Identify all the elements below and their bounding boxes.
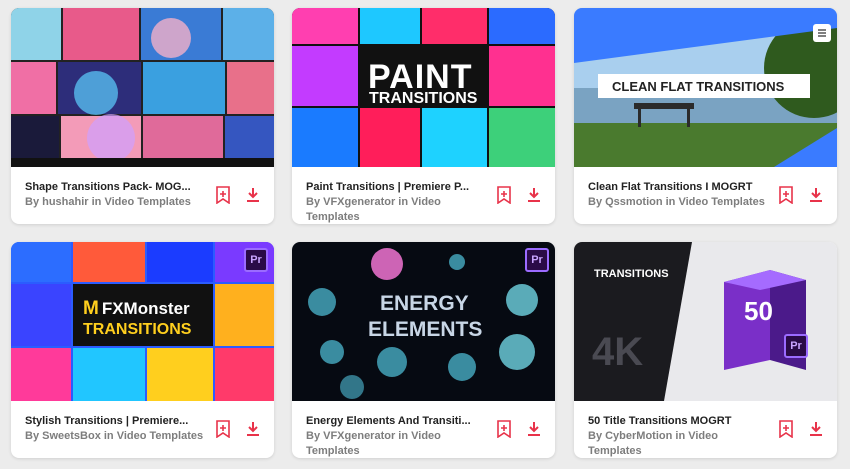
template-card[interactable]: M FXMonster TRANSITIONS Pr Stylish Trans… [11,242,274,458]
card-thumbnail[interactable]: CLEAN FLAT TRANSITIONS [574,8,837,167]
card-byline: By CyberMotion in Video Templates [588,430,718,457]
shape-transitions-preview [11,8,274,167]
thumb-brand: FXMonster [101,299,190,318]
download-icon[interactable] [807,419,825,439]
box-number: 50 [744,296,773,326]
logo-mark: M [83,298,99,319]
card-thumbnail[interactable]: ENERGY ELEMENTS Pr [292,242,555,401]
thumb-subheadline: ELEMENTS [368,318,483,341]
download-icon[interactable] [807,185,825,205]
template-card[interactable]: CLEAN FLAT TRANSITIONS Clean Flat Transi… [574,8,837,224]
thumb-big-text: 4K [592,330,644,374]
download-icon[interactable] [525,419,543,439]
thumb-subheadline: TRANSITIONS [83,321,192,338]
card-title[interactable]: Shape Transitions Pack- MOG... [25,180,205,194]
card-thumbnail[interactable]: TRANSITIONS 4K 50 Pr [574,242,837,401]
bookmark-plus-icon[interactable] [214,419,232,439]
thumb-headline: ENERGY [380,292,469,315]
bookmark-plus-icon[interactable] [777,185,795,205]
card-title[interactable]: 50 Title Transitions MOGRT [588,414,768,428]
card-thumbnail[interactable]: PAINT TRANSITIONS [292,8,555,167]
card-title[interactable]: Stylish Transitions | Premiere... [25,414,205,428]
thumb-headline: CLEAN FLAT TRANSITIONS [612,79,785,94]
thumb-subheadline: TRANSITIONS [369,90,478,107]
template-card[interactable]: TRANSITIONS 4K 50 Pr 50 Title Transition… [574,242,837,458]
card-title[interactable]: Energy Elements And Transiti... [306,414,486,428]
bookmark-plus-icon[interactable] [777,419,795,439]
fxmonster-logo: M FXMonster [83,298,190,320]
thumb-headline: TRANSITIONS [594,268,669,280]
template-card[interactable]: Shape Transitions Pack- MOG... By hushah… [11,8,274,224]
list-icon[interactable] [813,24,831,42]
premiere-pro-badge: Pr [525,248,549,272]
download-icon[interactable] [525,185,543,205]
template-card[interactable]: ENERGY ELEMENTS Pr Energy Elements And T… [292,242,555,458]
template-card[interactable]: PAINT TRANSITIONS Paint Transitions | Pr… [292,8,555,224]
card-title[interactable]: Paint Transitions | Premiere P... [306,180,486,194]
bookmark-plus-icon[interactable] [214,185,232,205]
card-thumbnail[interactable] [11,8,274,167]
card-byline: By Qssmotion in Video Templates [588,196,765,208]
card-byline: By VFXgenerator in Video Templates [306,430,441,457]
download-icon[interactable] [244,419,262,439]
card-byline: By hushahir in Video Templates [25,196,191,208]
title-transitions-preview [574,242,806,401]
premiere-pro-badge: Pr [784,334,808,358]
bookmark-plus-icon[interactable] [495,185,513,205]
card-byline: By VFXgenerator in Video Templates [306,196,441,223]
premiere-pro-badge: Pr [244,248,268,272]
card-thumbnail[interactable]: M FXMonster TRANSITIONS Pr [11,242,274,401]
card-title[interactable]: Clean Flat Transitions I MOGRT [588,180,768,194]
card-byline: By SweetsBox in Video Templates [25,430,204,442]
template-grid: Shape Transitions Pack- MOG... By hushah… [0,0,850,469]
download-icon[interactable] [244,185,262,205]
bookmark-plus-icon[interactable] [495,419,513,439]
